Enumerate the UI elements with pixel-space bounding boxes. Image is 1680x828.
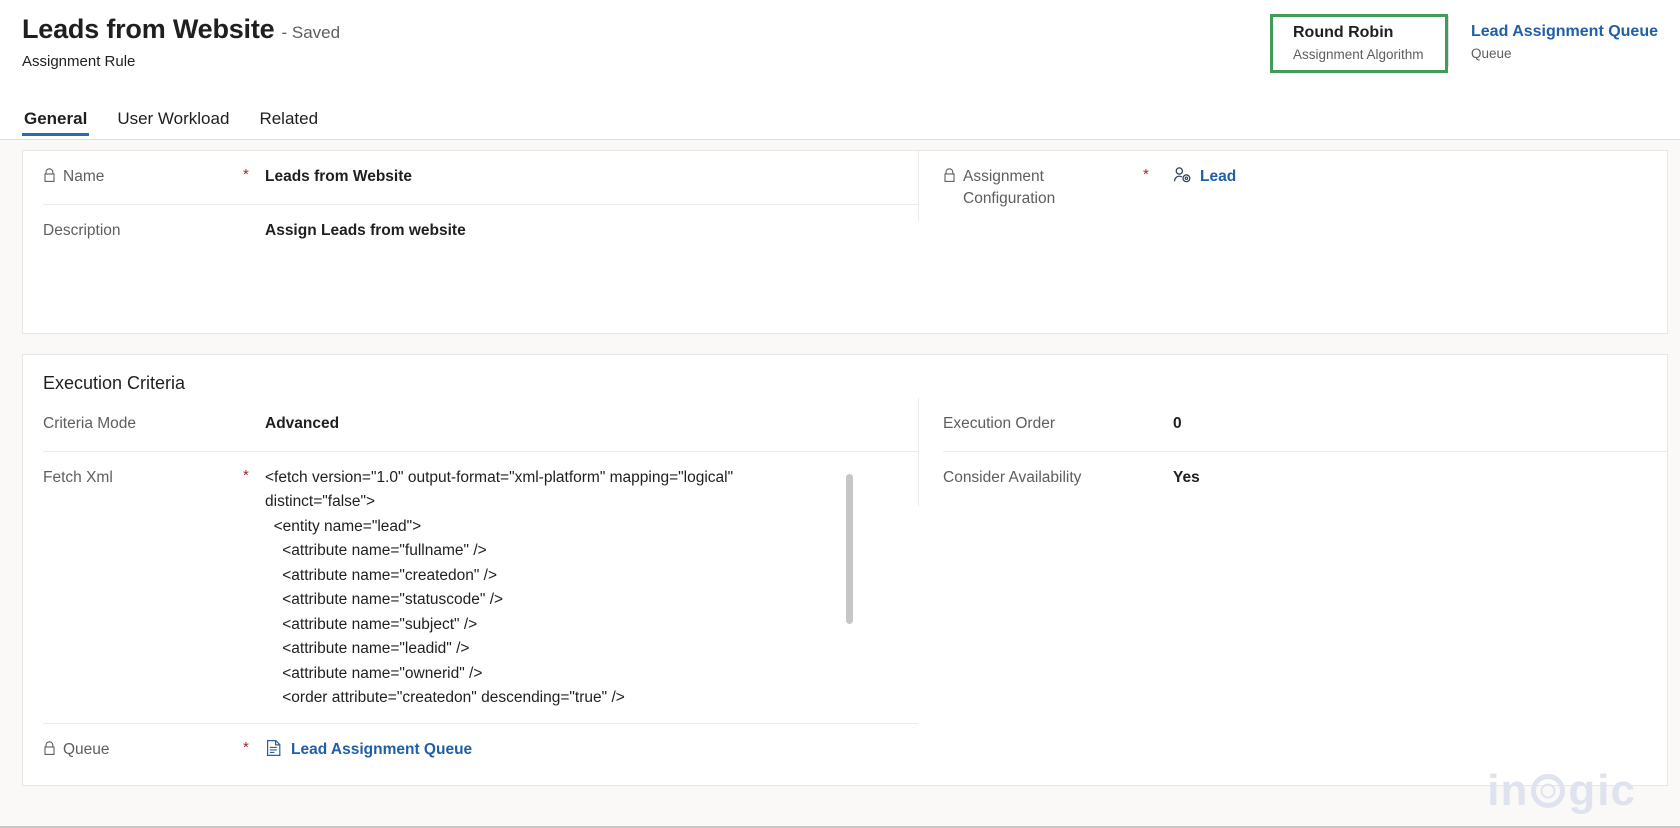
field-execution-order[interactable]: Execution Order 0: [943, 398, 1667, 452]
field-queue-required: *: [243, 738, 249, 756]
execution-criteria-left-column: Criteria Mode Advanced Fetch Xml * <fetc…: [23, 398, 918, 778]
general-right-column: Assignment Configuration * Lead: [918, 151, 1667, 221]
field-criteria-mode-label: Criteria Mode: [43, 415, 137, 432]
inogic-watermark: in g ic: [1487, 766, 1636, 816]
tab-general-label: General: [24, 109, 88, 128]
field-assignment-configuration-label: Assignment Configuration: [963, 168, 1056, 208]
assignment-algorithm-value: Round Robin: [1293, 24, 1394, 41]
watermark-o-glyph: [1531, 774, 1566, 808]
queue-lookup-icon: [265, 739, 283, 764]
field-execution-order-value[interactable]: 0: [1173, 412, 1667, 435]
field-consider-availability-required: [1143, 466, 1173, 467]
field-description-label: Description: [43, 222, 121, 239]
field-consider-availability[interactable]: Consider Availability Yes: [943, 452, 1667, 506]
field-name-label-group: Name: [43, 165, 243, 190]
lock-icon: [43, 168, 56, 190]
field-fetch-xml-value[interactable]: <fetch version="1.0" output-format="xml-…: [265, 466, 845, 711]
tab-user-workload-label: User Workload: [117, 109, 230, 128]
field-description-value[interactable]: Assign Leads from website: [265, 219, 918, 242]
field-queue-label: Queue: [63, 740, 110, 758]
field-name-value[interactable]: Leads from Website: [265, 165, 918, 188]
field-assignment-configuration-value[interactable]: Lead: [1173, 165, 1667, 191]
field-criteria-mode-value[interactable]: Advanced: [265, 412, 918, 435]
field-fetch-xml-label-group: Fetch Xml: [43, 466, 243, 489]
field-criteria-mode[interactable]: Criteria Mode Advanced: [43, 398, 918, 452]
field-assignment-configuration-value-text: Lead: [1200, 168, 1237, 185]
field-description-label-group: Description: [43, 219, 243, 242]
queue-value-link[interactable]: Lead Assignment Queue: [1471, 23, 1658, 41]
header-quick-fields: Round Robin Assignment Algorithm Lead As…: [1270, 14, 1672, 73]
lock-icon: [43, 741, 56, 763]
field-queue-value-text: Lead Assignment Queue: [291, 740, 473, 758]
save-status: - Saved: [281, 23, 341, 42]
general-section-card: Name * Leads from Website Description As…: [22, 150, 1668, 334]
field-name-required: *: [243, 166, 249, 183]
field-consider-availability-label: Consider Availability: [943, 469, 1082, 486]
fetch-xml-scrollbar-thumb[interactable]: [846, 474, 853, 624]
field-fetch-xml-label: Fetch Xml: [43, 469, 113, 486]
field-consider-availability-label-group: Consider Availability: [943, 466, 1143, 489]
fetch-xml-scrollbar[interactable]: [846, 472, 853, 712]
watermark-text-2: g: [1568, 766, 1597, 815]
header-field-assignment-algorithm[interactable]: Round Robin Assignment Algorithm: [1270, 14, 1448, 73]
watermark-text-1: in: [1487, 766, 1529, 815]
execution-criteria-right-column: Execution Order 0 Consider Availability …: [918, 398, 1667, 506]
field-criteria-mode-label-group: Criteria Mode: [43, 412, 243, 435]
field-queue-value[interactable]: Lead Assignment Queue: [265, 738, 918, 764]
field-description-required: [243, 219, 265, 220]
field-name-label: Name: [63, 168, 105, 185]
tab-user-workload[interactable]: User Workload: [115, 103, 231, 139]
field-criteria-mode-required: [243, 412, 265, 413]
field-queue-label-group: Queue: [43, 738, 243, 763]
field-description[interactable]: Description Assign Leads from website: [43, 205, 918, 315]
header-field-queue[interactable]: Lead Assignment Queue Queue: [1449, 14, 1672, 71]
field-consider-availability-value[interactable]: Yes: [1173, 466, 1667, 489]
form-header: Leads from Website - Saved Assignment Rul…: [0, 0, 1680, 140]
watermark-text-3: ic: [1597, 766, 1636, 815]
execution-criteria-title: Execution Criteria: [43, 373, 186, 393]
entity-name-label: Assignment Rule: [22, 53, 136, 70]
record-title-block: Leads from Website - Saved Assignment Rul…: [22, 14, 340, 70]
field-assignment-configuration[interactable]: Assignment Configuration * Lead: [943, 151, 1667, 221]
field-execution-order-label-group: Execution Order: [943, 412, 1143, 435]
tab-general[interactable]: General: [22, 103, 90, 139]
execution-criteria-card: Execution Criteria Criteria Mode Advance…: [22, 354, 1668, 786]
assignment-rule-form: Leads from Website - Saved Assignment Rul…: [0, 0, 1680, 828]
form-tabs: General User Workload Related: [22, 103, 320, 139]
field-assignment-configuration-required: *: [1143, 166, 1149, 183]
field-fetch-xml-required: *: [243, 467, 249, 484]
form-body: Name * Leads from Website Description As…: [0, 140, 1680, 828]
tab-related-label: Related: [259, 109, 319, 128]
field-execution-order-label: Execution Order: [943, 415, 1055, 432]
tab-related[interactable]: Related: [257, 103, 320, 139]
queue-field-label: Queue: [1471, 46, 1512, 61]
field-fetch-xml[interactable]: Fetch Xml * <fetch version="1.0" output-…: [43, 452, 918, 724]
lock-icon: [943, 168, 956, 190]
page-title: Leads from Website: [22, 14, 275, 44]
assignment-algorithm-label: Assignment Algorithm: [1293, 47, 1424, 62]
field-name[interactable]: Name * Leads from Website: [43, 151, 918, 205]
fetch-xml-editor[interactable]: <fetch version="1.0" output-format="xml-…: [265, 466, 853, 711]
lead-lookup-icon: [1173, 166, 1192, 191]
field-assignment-configuration-label-group: Assignment Configuration: [943, 165, 1143, 211]
field-queue[interactable]: Queue * Lead Assignment Queue: [43, 724, 918, 778]
general-left-column: Name * Leads from Website Description As…: [23, 151, 918, 315]
field-execution-order-required: [1143, 412, 1173, 413]
